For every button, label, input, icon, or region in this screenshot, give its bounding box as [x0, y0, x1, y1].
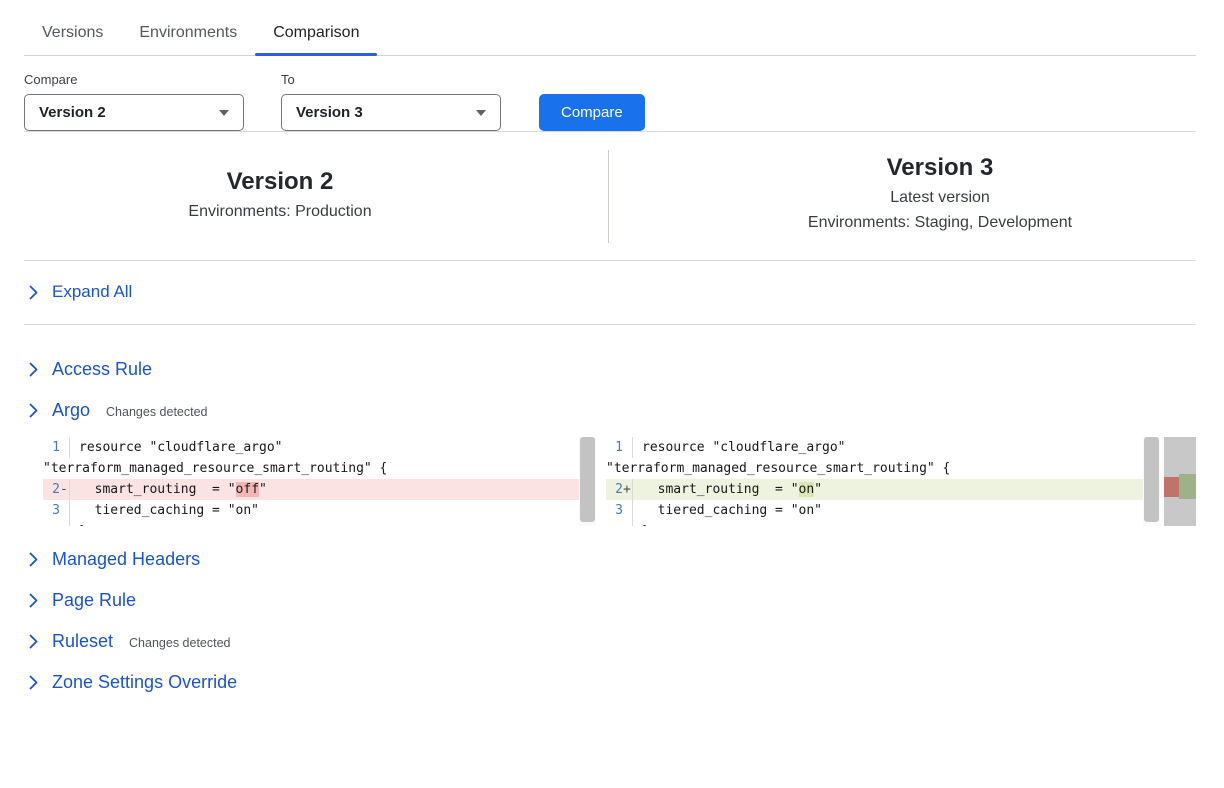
section-zone-settings-override[interactable]: Zone Settings Override [24, 662, 1196, 703]
chevron-right-icon [29, 403, 38, 418]
dropdown-arrow-icon [476, 110, 486, 116]
code-text: "terraform_managed_resource_smart_routin… [43, 458, 387, 479]
code-text: } [79, 521, 87, 526]
addition-marker [1179, 474, 1196, 499]
diff-line: 3 tiered_caching = "on" [43, 500, 579, 521]
removed-sign: - [60, 479, 69, 500]
diff-line-added: 2+ smart_routing = "on" [606, 479, 1143, 500]
diff-code-old: 1 resource "cloudflare_argo" "terraform_m… [43, 437, 579, 526]
chevron-right-icon [29, 552, 38, 567]
to-version-select[interactable]: Version 3 [281, 94, 501, 131]
to-field: To Version 3 [281, 72, 501, 131]
code-text: tiered_caching = "on" [79, 500, 259, 521]
diff-minimap[interactable] [1164, 437, 1196, 526]
line-number: 1 [615, 437, 623, 458]
diff-panel-new: 1 resource "cloudflare_argo" "terraform_m… [606, 437, 1196, 526]
deletion-marker [1164, 477, 1179, 497]
tab-environments[interactable]: Environments [121, 20, 255, 55]
version-right-header: Version 3 Latest version Environments: S… [609, 132, 1196, 260]
version-right-subtitle: Latest version [684, 189, 1196, 207]
section-label: Argo [52, 400, 90, 421]
diff-line-wrap: "terraform_managed_resource_smart_routin… [43, 458, 579, 479]
compare-version-select[interactable]: Version 2 [24, 94, 244, 131]
compare-field: Compare Version 2 [24, 72, 244, 131]
section-argo[interactable]: Argo Changes detected [24, 390, 1196, 431]
diff-line-removed: 2- smart_routing = "off" [43, 479, 579, 500]
section-label: Managed Headers [52, 549, 200, 570]
added-sign: + [623, 479, 632, 500]
added-word: on [799, 482, 815, 497]
compare-button[interactable]: Compare [539, 94, 645, 131]
line-number: 3 [615, 500, 623, 521]
chevron-right-icon [29, 362, 38, 377]
tab-versions[interactable]: Versions [24, 20, 121, 55]
section-label: Page Rule [52, 590, 136, 611]
diff-line: 3 tiered_caching = "on" [606, 500, 1143, 521]
removed-word: off [236, 482, 259, 497]
chevron-right-icon [29, 593, 38, 608]
section-page-rule[interactable]: Page Rule [24, 580, 1196, 621]
code-text: tiered_caching = "on" [642, 500, 822, 521]
comparison-page: Versions Environments Comparison Compare… [0, 0, 1224, 703]
tab-comparison[interactable]: Comparison [255, 20, 377, 55]
chevron-right-icon [29, 675, 38, 690]
line-number: 2 [52, 479, 60, 500]
compare-version-value: Version 2 [39, 104, 106, 121]
changes-detected-badge: Changes detected [129, 633, 230, 650]
code-text: resource "cloudflare_argo" [642, 437, 846, 458]
expand-all-label: Expand All [52, 282, 132, 302]
scrollbar-thumb[interactable] [1144, 437, 1159, 522]
code-text: smart_routing = "off" [79, 479, 267, 500]
divider [24, 324, 1196, 325]
version-left-header: Version 2 Environments: Production [24, 132, 608, 260]
code-text: } [642, 521, 650, 526]
version-right-title: Version 3 [684, 154, 1196, 182]
code-text: "terraform_managed_resource_smart_routin… [606, 458, 950, 479]
expand-all-button[interactable]: Expand All [24, 261, 1196, 324]
to-version-value: Version 3 [296, 104, 363, 121]
diff-line: 1 resource "cloudflare_argo" [43, 437, 579, 458]
scrollbar-track[interactable] [1143, 437, 1160, 526]
dropdown-arrow-icon [219, 110, 229, 116]
diff-line: } [606, 521, 1143, 526]
line-number: 1 [52, 437, 60, 458]
scrollbar-track[interactable] [579, 437, 596, 526]
compare-label: Compare [24, 72, 244, 87]
argo-diff-viewer: 1 resource "cloudflare_argo" "terraform_m… [43, 437, 1196, 526]
changes-detected-badge: Changes detected [106, 402, 207, 419]
version-right-environments: Environments: Staging, Development [684, 214, 1196, 232]
diff-line: 1 resource "cloudflare_argo" [606, 437, 1143, 458]
chevron-right-icon [29, 634, 38, 649]
section-label: Ruleset [52, 631, 113, 652]
resource-sections: Access Rule Argo Changes detected 1 resou… [24, 349, 1196, 703]
chevron-right-icon [29, 285, 38, 300]
section-managed-headers[interactable]: Managed Headers [24, 539, 1196, 580]
diff-panel-old: 1 resource "cloudflare_argo" "terraform_m… [43, 437, 596, 526]
version-left-title: Version 2 [24, 168, 536, 196]
section-access-rule[interactable]: Access Rule [24, 349, 1196, 390]
diff-code-new: 1 resource "cloudflare_argo" "terraform_m… [606, 437, 1143, 526]
compare-form: Compare Version 2 To Version 3 Compare [24, 72, 1196, 131]
code-text: smart_routing = "on" [642, 479, 822, 500]
to-label: To [281, 72, 501, 87]
code-text: resource "cloudflare_argo" [79, 437, 283, 458]
diff-line-wrap: "terraform_managed_resource_smart_routin… [606, 458, 1143, 479]
section-label: Zone Settings Override [52, 672, 237, 693]
section-label: Access Rule [52, 359, 152, 380]
section-ruleset[interactable]: Ruleset Changes detected [24, 621, 1196, 662]
version-left-environments: Environments: Production [24, 203, 536, 221]
line-number: 3 [52, 500, 60, 521]
scrollbar-thumb[interactable] [580, 437, 595, 522]
tab-bar: Versions Environments Comparison [24, 0, 1196, 56]
line-number: 2 [615, 479, 623, 500]
diff-line: } [43, 521, 579, 526]
version-headers: Version 2 Environments: Production Versi… [24, 132, 1196, 260]
